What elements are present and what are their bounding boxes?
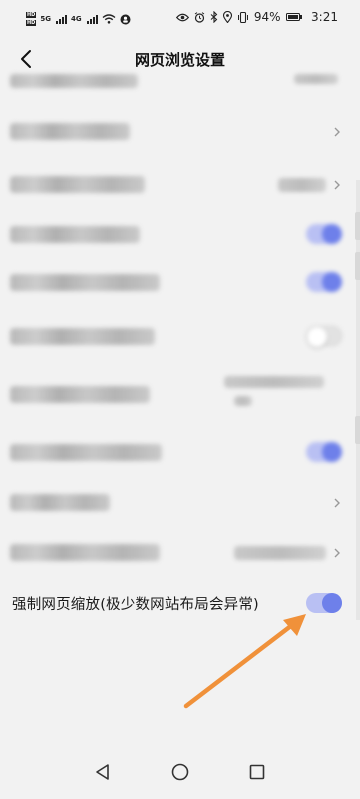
settings-row-7[interactable] [0, 364, 360, 420]
network-label-5g: 5G [40, 15, 51, 23]
edge-tab [355, 252, 360, 280]
setting-label-blurred [10, 386, 150, 403]
setting-label-blurred [10, 123, 130, 140]
setting-label-blurred [10, 176, 145, 193]
status-bar: HD HD 5G 4G 94% 3:21 [0, 0, 360, 40]
settings-row-5[interactable] [0, 256, 360, 312]
setting-label-blurred [10, 328, 155, 345]
setting-label-blurred [10, 74, 138, 88]
hd-label-1: HD [26, 12, 37, 18]
home-circle-icon[interactable] [169, 761, 191, 783]
setting-value-blurred [224, 376, 324, 388]
scrollbar[interactable] [356, 180, 360, 620]
setting-toggle[interactable] [306, 224, 342, 244]
setting-toggle[interactable] [306, 272, 342, 292]
bluetooth-icon [210, 11, 218, 23]
back-triangle-icon[interactable] [92, 761, 114, 783]
signal-icon [55, 14, 67, 24]
chevron-right-icon [334, 127, 340, 137]
settings-row-3[interactable] [0, 158, 360, 214]
chevron-right-icon [334, 180, 340, 190]
force-zoom-label: 强制网页缩放(极少数网站布局会异常) [12, 597, 259, 613]
battery-icon [285, 13, 303, 21]
hd-icons: HD HD [26, 12, 37, 26]
status-left: HD HD 5G 4G [26, 12, 131, 26]
chevron-right-icon [334, 548, 340, 558]
edge-tab [355, 416, 360, 444]
chevron-right-icon [334, 498, 340, 508]
eye-icon [175, 13, 189, 21]
recents-square-icon[interactable] [246, 761, 268, 783]
settings-row-2[interactable] [0, 105, 360, 161]
settings-row-force-zoom[interactable]: 强制网页缩放(极少数网站布局会异常) [0, 575, 360, 631]
location-icon [222, 11, 232, 23]
setting-label-blurred [10, 544, 160, 561]
clock-time: 3:21 [311, 10, 338, 24]
wifi-icon [102, 14, 116, 24]
network-label-4g: 4G [70, 15, 82, 23]
status-right: 94% 3:21 [175, 10, 338, 24]
settings-row-10[interactable] [0, 526, 360, 582]
setting-label-blurred [10, 494, 110, 511]
setting-label-blurred [10, 274, 160, 291]
setting-value-blurred [234, 396, 252, 406]
setting-label-blurred [10, 444, 162, 461]
setting-value-blurred [234, 546, 326, 560]
setting-label-blurred [10, 226, 140, 243]
edge-tab [355, 212, 360, 240]
battery-percent: 94% [253, 10, 281, 24]
setting-toggle[interactable] [306, 326, 342, 347]
signal-icon-2 [86, 14, 98, 24]
navigation-bar [0, 747, 360, 799]
force-zoom-toggle[interactable] [306, 593, 342, 613]
hd-label-2: HD [26, 20, 37, 26]
notification-icon [120, 14, 131, 24]
setting-value-blurred [278, 178, 326, 192]
settings-row-9[interactable] [0, 476, 360, 532]
setting-value-blurred [294, 74, 338, 84]
alarm-icon [194, 11, 205, 23]
setting-toggle[interactable] [306, 442, 342, 462]
settings-row-6[interactable] [0, 310, 360, 366]
vibrate-icon [237, 11, 248, 23]
settings-row-8[interactable] [0, 426, 360, 482]
